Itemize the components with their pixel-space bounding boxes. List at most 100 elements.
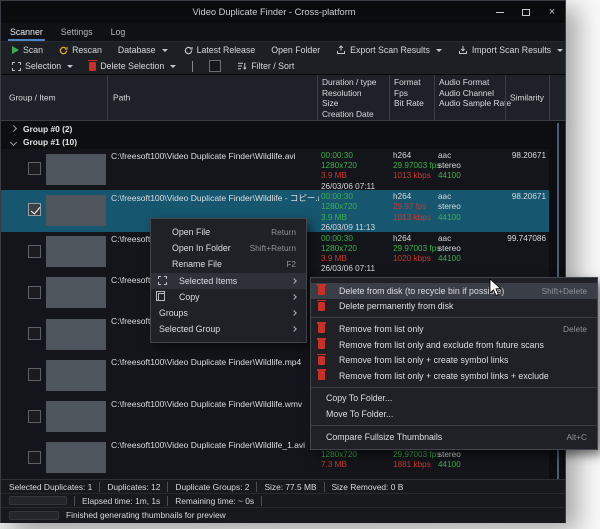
submenu-arrow-icon bbox=[291, 294, 297, 300]
menu-item[interactable]: Selected Items bbox=[151, 273, 306, 289]
row-checkbox[interactable] bbox=[28, 286, 41, 299]
context-menu: Open File Return Open In FolderShift+Retur… bbox=[150, 218, 307, 343]
group-row[interactable]: Group #1 (10) bbox=[1, 136, 565, 150]
scan-button[interactable]: Scan bbox=[12, 45, 43, 55]
menu-item[interactable]: Open In FolderShift+Return bbox=[151, 240, 306, 256]
database-dropdown[interactable]: Database bbox=[118, 45, 168, 55]
title-bar: Video Duplicate Finder - Cross-platform … bbox=[1, 1, 565, 23]
trash-icon bbox=[318, 286, 325, 295]
chevron-down-icon bbox=[10, 139, 17, 146]
menu-item[interactable]: Move To Folder... bbox=[311, 406, 597, 422]
file-path: C:\freesoft100\Video Duplicate Finder\Wi… bbox=[111, 399, 319, 409]
status-remaining: Remaining time: ~ 0s bbox=[175, 496, 254, 506]
export-icon bbox=[336, 45, 346, 55]
chevron-down-icon bbox=[436, 49, 442, 52]
row-checkbox[interactable] bbox=[28, 327, 41, 340]
file-path: C:\freesoft100\Video Duplicate Finder\Wi… bbox=[111, 192, 319, 204]
group-row[interactable]: Group #0 (2) bbox=[1, 122, 565, 136]
progress-bar bbox=[9, 496, 67, 505]
menu-item[interactable]: Delete permanently from disk bbox=[311, 299, 597, 315]
menu-item-label: Move To Folder... bbox=[326, 409, 393, 419]
menu-item[interactable]: Open File Return bbox=[151, 224, 306, 240]
import-icon bbox=[458, 45, 468, 55]
group-label: Group #0 (2) bbox=[23, 124, 72, 134]
menu-item[interactable]: Rename File F2 bbox=[151, 256, 306, 272]
status-selected-duplicates: Selected Duplicates: 1 bbox=[9, 482, 92, 492]
menu-item-label: Remove from list only bbox=[339, 324, 424, 334]
video-thumbnail bbox=[46, 401, 106, 432]
submenu-arrow-icon bbox=[291, 278, 297, 284]
menu-item[interactable]: Delete from disk (to recycle bin if poss… bbox=[311, 283, 597, 299]
row-checkbox[interactable] bbox=[28, 410, 41, 423]
close-button[interactable]: × bbox=[539, 1, 565, 23]
mouse-cursor bbox=[489, 278, 502, 297]
menu-item[interactable]: Remove from list onlyDelete bbox=[311, 321, 597, 337]
selection-icon bbox=[12, 62, 21, 71]
filter-sort-button[interactable]: Filter / Sort bbox=[237, 61, 294, 71]
status-time-row: Elapsed time: 1m, 1s Remaining time: ~ 0… bbox=[1, 494, 565, 508]
selection-toolbar: Selection Delete Selection Filter / Sort bbox=[1, 58, 565, 75]
menu-item-label: Selected Group bbox=[159, 324, 220, 334]
row-audio-cell: aacstereo44100 bbox=[438, 234, 504, 265]
menu-item[interactable]: Remove from list only and exclude from f… bbox=[311, 337, 597, 353]
delete-selection-dropdown[interactable]: Delete Selection bbox=[89, 61, 176, 71]
menu-item-label: Rename File bbox=[172, 259, 222, 269]
video-thumbnail bbox=[46, 154, 106, 185]
menu-shortcut: Return bbox=[257, 227, 296, 237]
trash-icon bbox=[318, 356, 325, 365]
filter-sort-checkbox[interactable] bbox=[209, 60, 221, 72]
rescan-button[interactable]: Rescan bbox=[59, 45, 102, 55]
header-audio: Audio Format Audio Channel Audio Sample … bbox=[439, 77, 511, 109]
chevron-down-icon bbox=[557, 49, 563, 52]
file-path: C:\freesoft100\Video Duplicate Finder\Wi… bbox=[111, 357, 319, 367]
video-thumbnail bbox=[46, 442, 106, 473]
maximize-button[interactable] bbox=[513, 1, 539, 23]
row-checkbox[interactable] bbox=[28, 245, 41, 258]
tab-settings[interactable]: Settings bbox=[59, 24, 95, 41]
trash-icon bbox=[318, 371, 325, 380]
row-audio-cell: aacstereo44100 bbox=[438, 192, 504, 223]
group-label: Group #1 (10) bbox=[23, 137, 77, 147]
menu-item[interactable]: Copy To Folder... bbox=[311, 391, 597, 407]
export-scan-results-dropdown[interactable]: Export Scan Results bbox=[336, 45, 442, 55]
import-scan-results-dropdown[interactable]: Import Scan Results bbox=[458, 45, 563, 55]
menu-shortcut: F2 bbox=[272, 259, 296, 269]
menu-item[interactable]: Remove from list only + create symbol li… bbox=[311, 368, 597, 384]
menu-item[interactable]: Compare Fullsize ThumbnailsAlt+C bbox=[311, 429, 597, 445]
context-submenu: Delete from disk (to recycle bin if poss… bbox=[310, 277, 598, 450]
menu-item-label: Delete from disk (to recycle bin if poss… bbox=[339, 286, 504, 296]
trash-icon bbox=[318, 340, 325, 349]
status-duplicate-groups: Duplicate Groups: 2 bbox=[175, 482, 249, 492]
minimize-button[interactable] bbox=[487, 1, 513, 23]
tab-scanner[interactable]: Scanner bbox=[8, 24, 45, 41]
row-checkbox[interactable] bbox=[28, 451, 41, 464]
header-group-item: Group / Item bbox=[9, 92, 56, 103]
latest-release-button[interactable]: Latest Release bbox=[184, 45, 256, 55]
row-checkbox[interactable] bbox=[28, 368, 41, 381]
menu-item-label: Open File bbox=[172, 227, 210, 237]
menu-item[interactable]: Copy bbox=[151, 289, 306, 305]
header-similarity: Similarity bbox=[510, 92, 544, 103]
tab-log[interactable]: Log bbox=[109, 24, 128, 41]
menu-item-label: Open In Folder bbox=[172, 243, 231, 253]
tab-bar: Scanner Settings Log bbox=[1, 23, 565, 41]
row-audio-cell: aacstereo44100 bbox=[438, 151, 504, 182]
video-thumbnail bbox=[46, 195, 106, 226]
row-checkbox[interactable] bbox=[28, 203, 41, 216]
menu-item[interactable]: Selected Group bbox=[151, 321, 306, 337]
selection-icon bbox=[158, 276, 167, 285]
play-icon bbox=[12, 46, 19, 54]
submenu-arrow-icon bbox=[291, 310, 297, 316]
selection-dropdown[interactable]: Selection bbox=[12, 61, 73, 71]
header-format: Format Fps Bit Rate bbox=[394, 77, 424, 109]
row-checkbox[interactable] bbox=[28, 162, 41, 175]
row-format-cell: h26429.97 fps1013 kbps bbox=[393, 192, 437, 223]
menu-item[interactable]: Groups bbox=[151, 305, 306, 321]
refresh-icon bbox=[184, 46, 193, 55]
desktop: Video Duplicate Finder - Cross-platform … bbox=[0, 0, 600, 529]
trash-icon bbox=[318, 302, 325, 311]
table-row[interactable]: C:\freesoft100\Video Duplicate Finder\Wi… bbox=[1, 149, 549, 190]
open-folder-button[interactable]: Open Folder bbox=[271, 45, 320, 55]
menu-item[interactable]: Remove from list only + create symbol li… bbox=[311, 352, 597, 368]
sort-icon bbox=[237, 61, 247, 71]
